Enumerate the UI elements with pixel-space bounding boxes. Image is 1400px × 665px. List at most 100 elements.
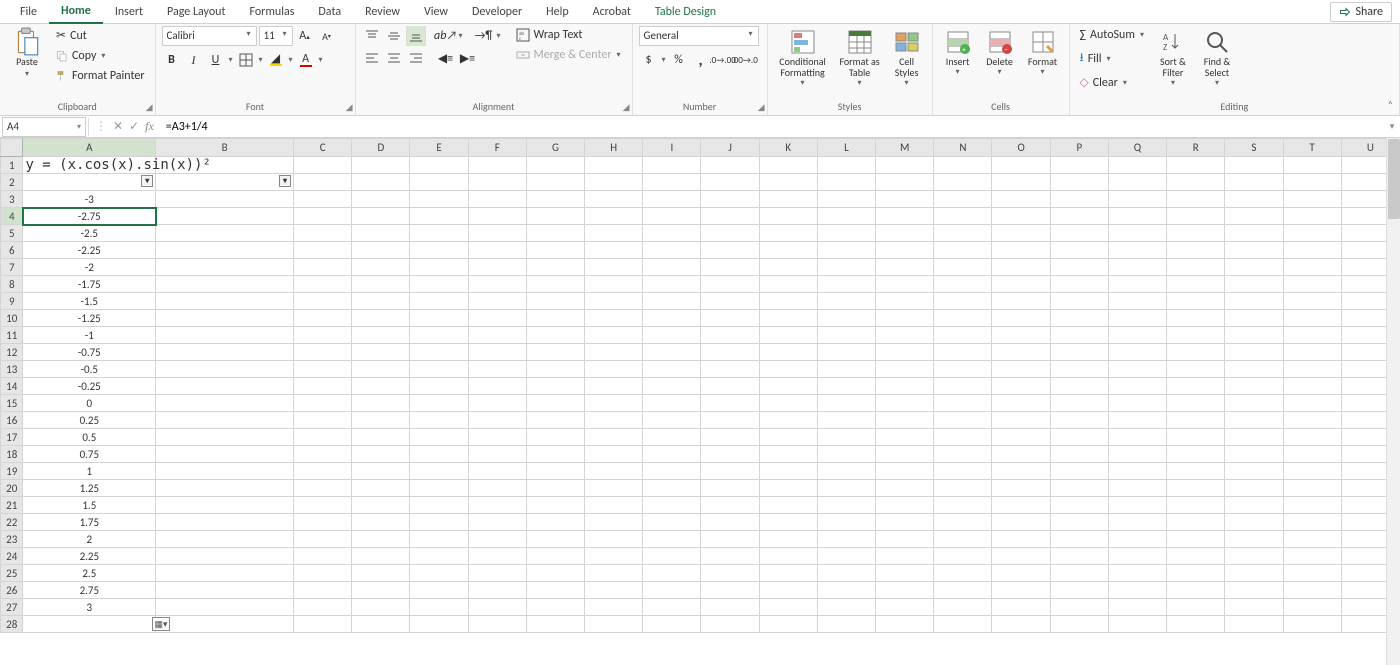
cell-A2[interactable]: X▾ <box>23 174 156 191</box>
cell-P6[interactable] <box>1050 242 1108 259</box>
cell-Q6[interactable] <box>1108 242 1166 259</box>
row-header-26[interactable]: 26 <box>1 582 23 599</box>
column-header-O[interactable]: O <box>992 139 1050 157</box>
cell-L17[interactable] <box>817 429 875 446</box>
cell-G18[interactable] <box>526 446 584 463</box>
cell-Q3[interactable] <box>1108 191 1166 208</box>
cell-K20[interactable] <box>759 480 817 497</box>
autofill-options-button[interactable]: ▦▾ <box>152 617 170 631</box>
cell-I9[interactable] <box>643 293 701 310</box>
column-header-G[interactable]: G <box>526 139 584 157</box>
cell-M25[interactable] <box>876 565 934 582</box>
cell-T14[interactable] <box>1283 378 1341 395</box>
cell-A12[interactable]: -0.75 <box>23 344 156 361</box>
cell-D25[interactable] <box>352 565 410 582</box>
cell-E13[interactable] <box>410 361 468 378</box>
row-header-21[interactable]: 21 <box>1 497 23 514</box>
cell-R20[interactable] <box>1167 480 1225 497</box>
cell-B28[interactable] <box>156 616 294 633</box>
cell-C11[interactable] <box>294 327 352 344</box>
cell-I10[interactable] <box>643 310 701 327</box>
cell-N22[interactable] <box>934 514 992 531</box>
cell-E26[interactable] <box>410 582 468 599</box>
column-header-H[interactable]: H <box>585 139 643 157</box>
cell-R26[interactable] <box>1167 582 1225 599</box>
cell-J19[interactable] <box>701 463 759 480</box>
cell-L24[interactable] <box>817 548 875 565</box>
clear-button[interactable]: ◇Clear▾ <box>1076 73 1149 92</box>
cell-C14[interactable] <box>294 378 352 395</box>
cell-M21[interactable] <box>876 497 934 514</box>
cell-E6[interactable] <box>410 242 468 259</box>
cell-B27[interactable] <box>156 599 294 616</box>
cell-A3[interactable]: -3 <box>23 191 156 208</box>
cell-H23[interactable] <box>585 531 643 548</box>
cell-M7[interactable] <box>876 259 934 276</box>
cell-F14[interactable] <box>468 378 526 395</box>
cell-Q12[interactable] <box>1108 344 1166 361</box>
cell-D13[interactable] <box>352 361 410 378</box>
column-header-A[interactable]: A <box>23 139 156 157</box>
cell-G11[interactable] <box>526 327 584 344</box>
cell-F7[interactable] <box>468 259 526 276</box>
cell-A20[interactable]: 1.25 <box>23 480 156 497</box>
cell-K7[interactable] <box>759 259 817 276</box>
find-select-dropdown-icon[interactable]: ▾ <box>1214 78 1220 88</box>
cell-E8[interactable] <box>410 276 468 293</box>
cell-A1[interactable]: y = (x.cos(x).sin(x))² <box>23 157 156 174</box>
cell-M15[interactable] <box>876 395 934 412</box>
cell-S26[interactable] <box>1225 582 1283 599</box>
cell-grid[interactable]: ABCDEFGHIJKLMNOPQRSTU1y = (x.cos(x).sin(… <box>0 138 1400 633</box>
cell-K13[interactable] <box>759 361 817 378</box>
cell-D28[interactable] <box>352 616 410 633</box>
cell-F28[interactable] <box>468 616 526 633</box>
cell-I3[interactable] <box>643 191 701 208</box>
cell-A25[interactable]: 2.5 <box>23 565 156 582</box>
cell-H22[interactable] <box>585 514 643 531</box>
cell-J12[interactable] <box>701 344 759 361</box>
cell-P11[interactable] <box>1050 327 1108 344</box>
cell-O16[interactable] <box>992 412 1050 429</box>
cell-A14[interactable]: -0.25 <box>23 378 156 395</box>
insert-cells-dropdown-icon[interactable]: ▾ <box>955 67 961 77</box>
cell-D18[interactable] <box>352 446 410 463</box>
cell-B22[interactable] <box>156 514 294 531</box>
cell-L1[interactable] <box>817 157 875 174</box>
cell-A11[interactable]: -1 <box>23 327 156 344</box>
cell-E27[interactable] <box>410 599 468 616</box>
cell-D23[interactable] <box>352 531 410 548</box>
cell-N20[interactable] <box>934 480 992 497</box>
cell-F11[interactable] <box>468 327 526 344</box>
borders-dropdown-icon[interactable]: ▾ <box>258 55 264 65</box>
cell-O24[interactable] <box>992 548 1050 565</box>
enter-formula-button[interactable]: ✓ <box>129 119 139 134</box>
cell-L16[interactable] <box>817 412 875 429</box>
column-header-I[interactable]: I <box>643 139 701 157</box>
cell-F3[interactable] <box>468 191 526 208</box>
cell-C12[interactable] <box>294 344 352 361</box>
cell-B5[interactable] <box>156 225 294 242</box>
cell-O2[interactable] <box>992 174 1050 191</box>
cell-C24[interactable] <box>294 548 352 565</box>
cell-Q27[interactable] <box>1108 599 1166 616</box>
cell-S1[interactable] <box>1225 157 1283 174</box>
cell-L7[interactable] <box>817 259 875 276</box>
cell-G3[interactable] <box>526 191 584 208</box>
cell-F8[interactable] <box>468 276 526 293</box>
format-cells-dropdown-icon[interactable]: ▾ <box>1040 67 1046 77</box>
cell-S11[interactable] <box>1225 327 1283 344</box>
cell-I1[interactable] <box>643 157 701 174</box>
cell-D7[interactable] <box>352 259 410 276</box>
cell-D9[interactable] <box>352 293 410 310</box>
cell-G15[interactable] <box>526 395 584 412</box>
cell-F22[interactable] <box>468 514 526 531</box>
cell-M6[interactable] <box>876 242 934 259</box>
cell-C17[interactable] <box>294 429 352 446</box>
cell-Q14[interactable] <box>1108 378 1166 395</box>
cell-T23[interactable] <box>1283 531 1341 548</box>
cell-C1[interactable] <box>294 157 352 174</box>
cell-L23[interactable] <box>817 531 875 548</box>
cell-T3[interactable] <box>1283 191 1341 208</box>
cell-A10[interactable]: -1.25 <box>23 310 156 327</box>
cell-C7[interactable] <box>294 259 352 276</box>
